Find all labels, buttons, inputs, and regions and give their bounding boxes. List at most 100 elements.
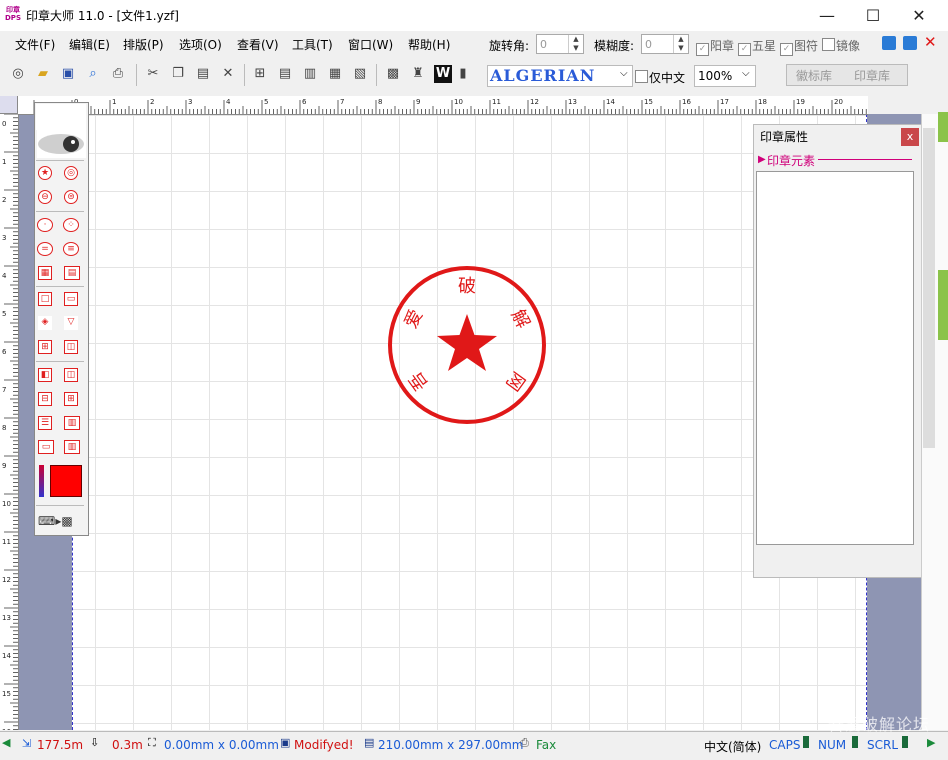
word-export-icon[interactable]: W (434, 65, 452, 83)
expand-arrow-icon[interactable]: ▶ (758, 154, 766, 165)
checkbox-mirror[interactable]: 镜像 (822, 37, 860, 54)
horizontal-ruler-ticks: 01234567891011121314151617181920 (33, 98, 867, 114)
menu-tools[interactable]: 工具(T) (292, 36, 333, 53)
menu-edit[interactable]: 编辑(E) (69, 36, 110, 53)
ruler-label: 6 (2, 348, 7, 356)
round-band-seal-icon[interactable]: ⊖ (38, 190, 52, 204)
more-tools-icon[interactable]: ▮ (458, 65, 468, 83)
checkbox-five-star[interactable]: ✓ 五星 (738, 37, 776, 56)
scroll-right-icon[interactable]: ▶ (927, 736, 935, 749)
seal-elements-list[interactable] (756, 171, 914, 545)
oval-double-band-icon[interactable]: ≡ (63, 242, 79, 256)
menu-layout[interactable]: 排版(P) (123, 36, 164, 53)
close-button[interactable]: ✕ (896, 0, 942, 31)
tab-seal-library[interactable]: 印章库 (854, 66, 890, 86)
maximize-button[interactable]: ☐ (850, 0, 896, 31)
scrl-indicator (902, 736, 908, 748)
menu-file[interactable]: 文件(F) (15, 36, 55, 53)
align-left-icon[interactable]: ▤ (276, 65, 294, 83)
chevron-down-icon[interactable]: ⌵ (620, 68, 628, 79)
diamond-seal-icon[interactable]: ◈ (38, 316, 52, 330)
layout-seal-8-icon[interactable]: ▥ (64, 440, 80, 454)
round-seal-icon[interactable]: ◎ (64, 166, 78, 180)
scroll-left-icon[interactable]: ◀ (2, 736, 10, 749)
split-grid-seal-icon[interactable]: ◫ (64, 340, 78, 354)
rect-grid-seal-icon[interactable]: ▤ (64, 266, 80, 280)
minimize-button[interactable]: — (804, 0, 850, 31)
zoom-value: 100% (698, 69, 733, 83)
layout-seal-3-icon[interactable]: ⊟ (38, 392, 52, 406)
vertical-scrollbar[interactable] (923, 128, 935, 448)
toolbar-divider (376, 64, 377, 86)
checkbox-label: 镜像 (836, 39, 861, 53)
cut-icon[interactable]: ✂ (144, 65, 162, 83)
menu-window[interactable]: 窗口(W) (348, 36, 393, 53)
seal-char: 破 (458, 276, 476, 297)
checkbox-empty-icon (822, 38, 835, 51)
rotation-spinner[interactable]: 0 ▲ ▼ (536, 34, 584, 54)
ruler-label: 15 (2, 690, 11, 698)
status-ime: 中文(简体) (704, 740, 762, 754)
panel-minimize-icon[interactable] (882, 36, 896, 50)
oval-band-seal-icon[interactable]: = (37, 242, 53, 256)
framed-seal-icon[interactable]: ▭ (64, 292, 78, 306)
tab-logo-library[interactable]: 徽标库 (796, 66, 832, 86)
square-grid-seal-icon[interactable]: ▦ (38, 266, 52, 280)
section-seal-elements[interactable]: 印章元素 (767, 152, 815, 169)
align-right-icon[interactable]: ▥ (301, 65, 319, 83)
round-star-seal-icon[interactable]: ★ (38, 166, 52, 180)
image-icon[interactable]: ▩ (384, 65, 402, 83)
panel-restore-icon[interactable] (903, 36, 917, 50)
align-top-icon[interactable]: ▦ (326, 65, 344, 83)
new-icon[interactable]: ◎ (9, 65, 27, 83)
color-gradient-icon[interactable] (39, 465, 44, 497)
checkbox-symbol[interactable]: ✓ 图符 (780, 37, 818, 56)
four-grid-seal-icon[interactable]: ⊞ (38, 340, 52, 354)
paste-icon[interactable]: ▤ (194, 65, 212, 83)
print-preview-icon[interactable]: ⌕ (84, 65, 102, 83)
save-icon[interactable]: ▣ (59, 65, 77, 83)
layout-seal-7-icon[interactable]: ▭ (38, 440, 54, 454)
menu-options[interactable]: 选项(O) (179, 36, 222, 53)
layout-seal-6-icon[interactable]: ▥ (64, 416, 80, 430)
oval-seal-icon[interactable]: · (37, 218, 53, 232)
center-icon[interactable]: ⊞ (251, 65, 269, 83)
status-thickness: 0.3m (112, 738, 143, 752)
checkbox-only-chinese[interactable]: 仅中文 (635, 69, 685, 86)
round-double-band-icon[interactable]: ⊜ (64, 190, 78, 204)
color-swatch[interactable] (50, 465, 82, 497)
layout-seal-2-icon[interactable]: ◫ (64, 368, 78, 382)
spinner-arrows-icon[interactable]: ▲ ▼ (673, 35, 688, 53)
chevron-down-icon[interactable]: ⌵ (742, 68, 750, 79)
spinner-arrows-icon[interactable]: ▲ ▼ (568, 35, 583, 53)
layout-seal-5-icon[interactable]: ☰ (38, 416, 52, 430)
layout-seal-1-icon[interactable]: ◧ (38, 368, 52, 382)
oval-dotted-seal-icon[interactable]: ⁘ (63, 218, 79, 232)
layout-seal-4-icon[interactable]: ⊞ (64, 392, 78, 406)
seal-graphic[interactable]: 吾 爱 破解网 (386, 264, 548, 426)
square-seal-icon[interactable]: □ (38, 292, 52, 306)
open-folder-icon[interactable]: ▰ (34, 65, 52, 83)
menu-view[interactable]: 查看(V) (237, 36, 279, 53)
blur-spinner[interactable]: 0 ▲ ▼ (641, 34, 689, 54)
checkbox-positive-seal[interactable]: ✓ 阳章 (696, 37, 734, 56)
panel-close-button[interactable]: x (901, 128, 919, 146)
menu-help[interactable]: 帮助(H) (408, 36, 450, 53)
caps-indicator (803, 736, 809, 748)
stamp-machine-icon[interactable]: ⌨▸▩ (38, 512, 84, 530)
stamp-icon[interactable]: ♜ (409, 65, 427, 83)
watermark: 吾爱破解论坛 (828, 715, 931, 734)
triangle-seal-icon[interactable]: ▽ (64, 316, 78, 330)
eye-preview-icon[interactable] (37, 130, 86, 158)
align-bottom-icon[interactable]: ▧ (351, 65, 369, 83)
panel-close-icon[interactable]: ✕ (924, 34, 938, 50)
copy-icon[interactable]: ❐ (169, 65, 187, 83)
ruler-label: 2 (2, 196, 6, 204)
delete-icon[interactable]: ✕ (219, 65, 237, 83)
print-icon[interactable]: ⎙ (109, 65, 127, 83)
green-accent-block (938, 112, 948, 142)
checkbox-label: 五星 (752, 39, 777, 53)
ruler-label: 18 (758, 98, 767, 106)
seal-char: 网 (501, 368, 529, 395)
rotation-value: 0 (540, 38, 547, 51)
